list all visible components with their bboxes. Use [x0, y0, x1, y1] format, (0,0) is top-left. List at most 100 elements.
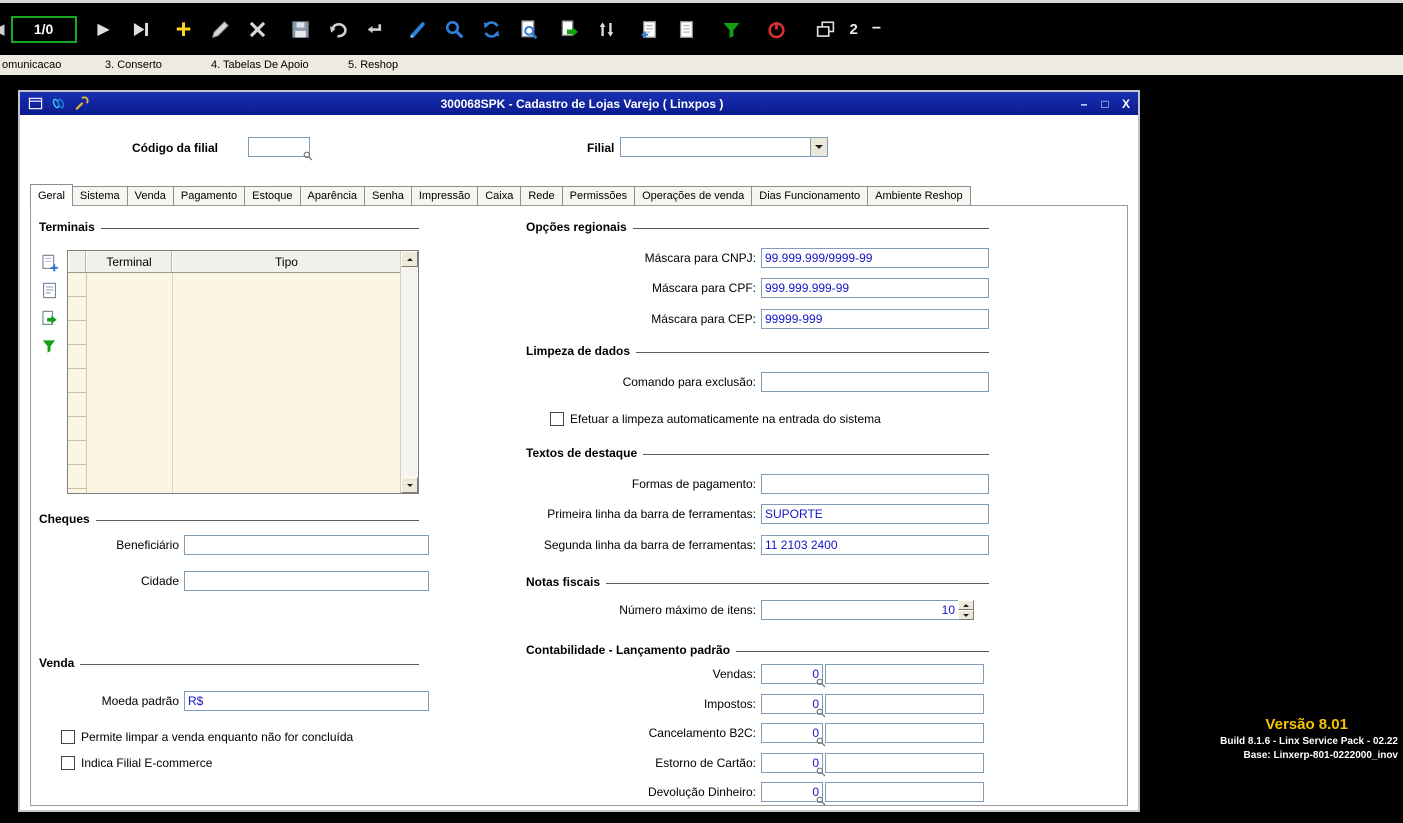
terminal-grid-scrollbar[interactable] — [400, 251, 418, 493]
terminal-detail-button[interactable] — [37, 278, 61, 302]
numero-itens-spinner[interactable] — [958, 600, 974, 620]
spinner-up-button[interactable] — [958, 600, 974, 610]
revert-button[interactable] — [325, 16, 351, 42]
segunda-linha-input[interactable] — [761, 535, 989, 555]
formas-pagamento-input[interactable] — [761, 474, 989, 494]
estorno-cartao-code-input[interactable] — [761, 753, 823, 773]
tab-impressao[interactable]: Impressão — [410, 186, 479, 205]
tab-rede[interactable]: Rede — [520, 186, 563, 205]
add-button[interactable]: + — [171, 14, 197, 44]
tab-ambiente-reshop[interactable]: Ambiente Reshop — [867, 186, 971, 205]
terminal-add-button[interactable] — [37, 250, 61, 274]
last-record-icon — [133, 22, 149, 36]
cancelamento-b2c-lookup-icon[interactable] — [816, 737, 826, 747]
mascara-cep-label: Máscara para CEP: — [651, 312, 756, 326]
edit-button[interactable] — [208, 16, 234, 42]
vendas-lookup-icon[interactable] — [816, 678, 826, 688]
search-button[interactable] — [442, 16, 468, 42]
terminal-grid-body[interactable] — [68, 273, 400, 493]
cancelamento-b2c-code-input[interactable] — [761, 723, 823, 743]
terminal-export-button[interactable] — [37, 306, 61, 330]
mascara-cpf-input[interactable] — [761, 278, 989, 298]
impostos-desc-input[interactable] — [825, 694, 984, 714]
preview-button[interactable] — [516, 16, 542, 42]
impostos-code-input[interactable] — [761, 694, 823, 714]
tab-senha[interactable]: Senha — [364, 186, 412, 205]
vendas-label: Vendas: — [712, 667, 756, 681]
comando-exclusao-input[interactable] — [761, 372, 989, 392]
numero-maximo-itens-input[interactable] — [761, 600, 958, 620]
exit-button[interactable] — [764, 16, 790, 42]
menu-item-reshop[interactable]: 5. Reshop — [348, 59, 398, 71]
export-button[interactable] — [557, 16, 583, 42]
terminal-grid[interactable]: Terminal Tipo — [67, 250, 419, 494]
refresh-button[interactable] — [479, 16, 505, 42]
moeda-padrao-input[interactable] — [184, 691, 429, 711]
save-button[interactable] — [288, 16, 314, 42]
minimize-button[interactable]: – — [1076, 97, 1092, 111]
links-icon[interactable] — [50, 95, 67, 112]
codigo-lookup-icon[interactable] — [303, 151, 313, 161]
tab-geral[interactable]: Geral — [30, 184, 73, 206]
tab-venda[interactable]: Venda — [126, 186, 174, 205]
sort-button[interactable] — [594, 16, 620, 42]
delete-button[interactable] — [245, 16, 271, 42]
indica-filial-ecommerce-label: Indica Filial E-commerce — [81, 756, 213, 770]
codigo-filial-input[interactable] — [248, 137, 310, 157]
impostos-lookup-icon[interactable] — [816, 708, 826, 718]
vendas-code-input[interactable] — [761, 664, 823, 684]
terminal-filter-button[interactable] — [37, 334, 61, 358]
indica-filial-ecommerce-checkbox[interactable] — [61, 756, 75, 770]
mascara-cep-input[interactable] — [761, 309, 989, 329]
main-toolbar: ◀ 1/0 ▶ + 2 − — [0, 3, 1403, 55]
filial-combo-input[interactable] — [620, 137, 810, 157]
permite-limpar-venda-checkbox[interactable] — [61, 730, 75, 744]
primeira-linha-input[interactable] — [761, 504, 989, 524]
play-button[interactable]: ▶ — [91, 16, 117, 42]
spinner-down-button[interactable] — [958, 610, 974, 620]
confirm-button[interactable] — [362, 16, 388, 42]
collapse-toolbar-button[interactable]: − — [872, 20, 881, 38]
scroll-down-button[interactable] — [401, 477, 418, 493]
cancelamento-b2c-desc-input[interactable] — [825, 723, 984, 743]
tab-dias-funcionamento[interactable]: Dias Funcionamento — [751, 186, 869, 205]
window-titlebar[interactable]: 300068SPK - Cadastro de Lojas Varejo ( L… — [20, 92, 1138, 115]
filial-combobox[interactable] — [620, 137, 828, 157]
cidade-input[interactable] — [184, 571, 429, 591]
menu-item-conserto[interactable]: 3. Conserto — [105, 59, 162, 71]
devolucao-dinheiro-desc-input[interactable] — [825, 782, 984, 802]
tab-estoque[interactable]: Estoque — [244, 186, 301, 205]
close-button[interactable]: X — [1118, 97, 1134, 111]
scroll-up-button[interactable] — [401, 251, 418, 267]
new-document-button[interactable] — [637, 16, 663, 42]
tab-permissoes[interactable]: Permissões — [561, 186, 636, 205]
cascade-windows-button[interactable] — [813, 16, 839, 42]
vendas-desc-input[interactable] — [825, 664, 984, 684]
tab-caixa[interactable]: Caixa — [477, 186, 522, 205]
add-icon: + — [175, 14, 192, 44]
filial-combo-dropdown-button[interactable] — [810, 137, 828, 157]
limpeza-automatica-checkbox[interactable] — [550, 412, 564, 426]
last-record-button[interactable] — [128, 16, 154, 42]
estorno-cartao-desc-input[interactable] — [825, 753, 984, 773]
devolucao-dinheiro-code-input[interactable] — [761, 782, 823, 802]
devolucao-dinheiro-lookup-icon[interactable] — [816, 796, 826, 806]
form-icon[interactable] — [27, 95, 44, 112]
menu-item-comunicacao[interactable]: omunicacao — [2, 59, 61, 71]
clear-button[interactable] — [405, 16, 431, 42]
tab-operacoes-venda[interactable]: Operações de venda — [634, 186, 753, 205]
maximize-button[interactable]: □ — [1097, 97, 1113, 111]
tab-sistema[interactable]: Sistema — [71, 186, 128, 205]
tab-pagamento[interactable]: Pagamento — [172, 186, 246, 205]
menu-item-tabelas-apoio[interactable]: 4. Tabelas De Apoio — [211, 59, 309, 71]
filter-button[interactable] — [719, 16, 745, 42]
beneficiario-input[interactable] — [184, 535, 429, 555]
mascara-cnpj-input[interactable] — [761, 248, 989, 268]
wrench-icon[interactable] — [73, 95, 90, 112]
window-title: 300068SPK - Cadastro de Lojas Varejo ( L… — [440, 96, 724, 111]
document-button[interactable] — [674, 16, 700, 42]
tab-aparencia[interactable]: Aparência — [299, 186, 366, 205]
prev-record-icon[interactable]: ◀ — [0, 20, 5, 38]
detail-icon — [42, 282, 56, 298]
estorno-cartao-lookup-icon[interactable] — [816, 767, 826, 777]
